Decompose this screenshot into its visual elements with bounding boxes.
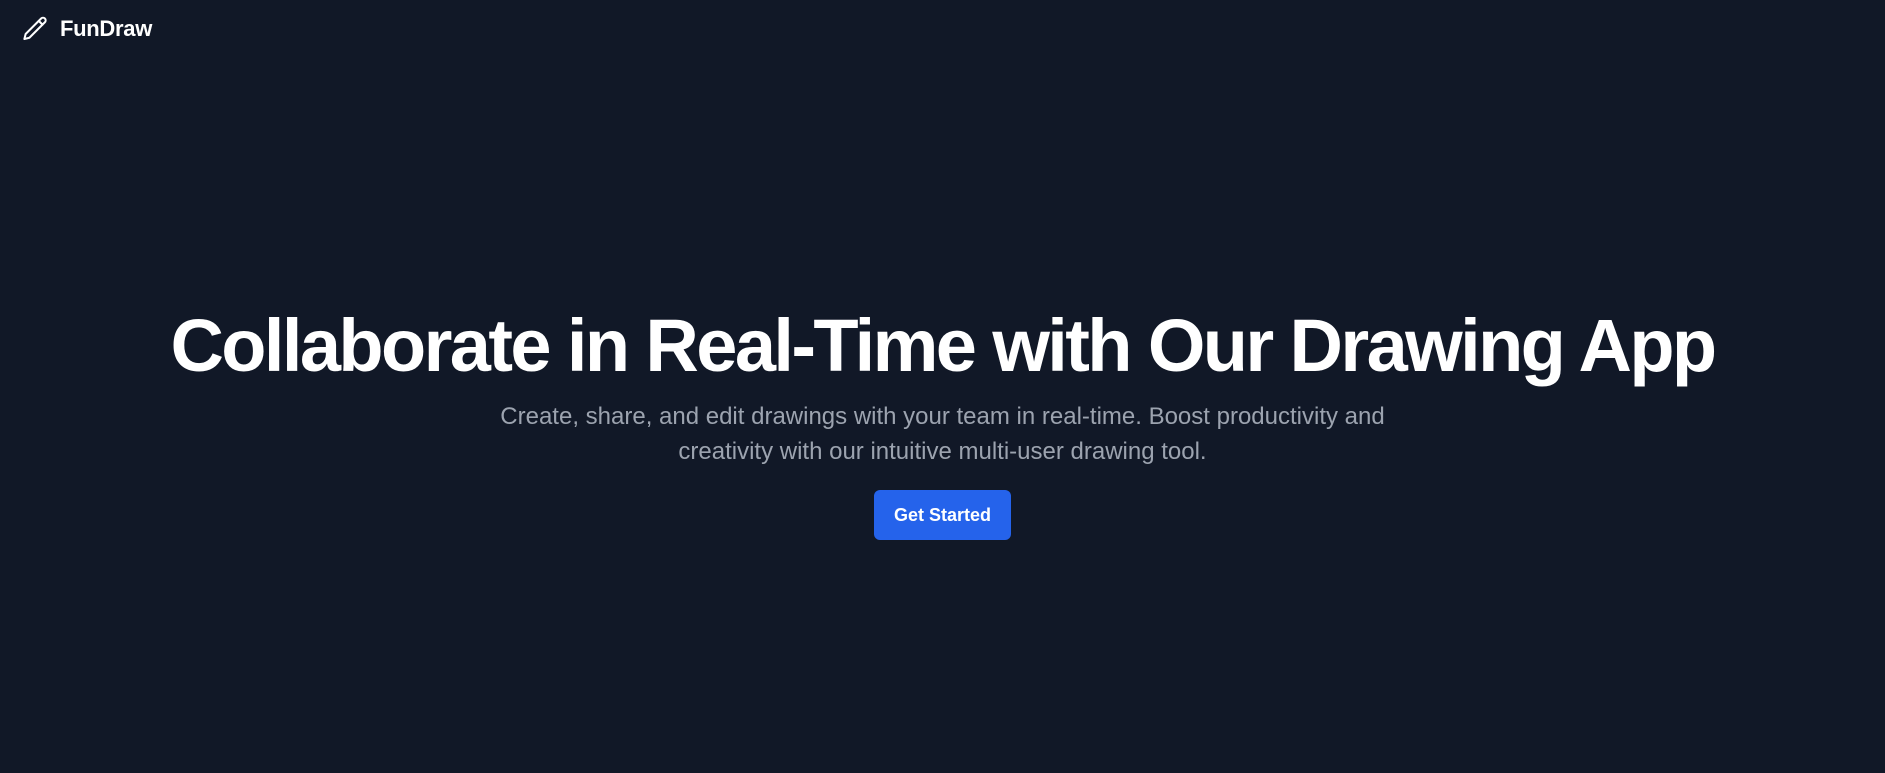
hero-section: Collaborate in Real-Time with Our Drawin… [0,303,1885,540]
get-started-button[interactable]: Get Started [873,490,1012,540]
hero-headline: Collaborate in Real-Time with Our Drawin… [170,304,1717,387]
brand-home-link[interactable]: FunDraw [20,14,152,44]
hero-subtitle: Create, share, and edit drawings with yo… [500,403,1385,465]
landing-page: FunDraw Collaborate in Real-Time with Ou… [0,0,1885,773]
brand-name: FunDraw [60,16,153,41]
pencil-icon [20,14,50,44]
